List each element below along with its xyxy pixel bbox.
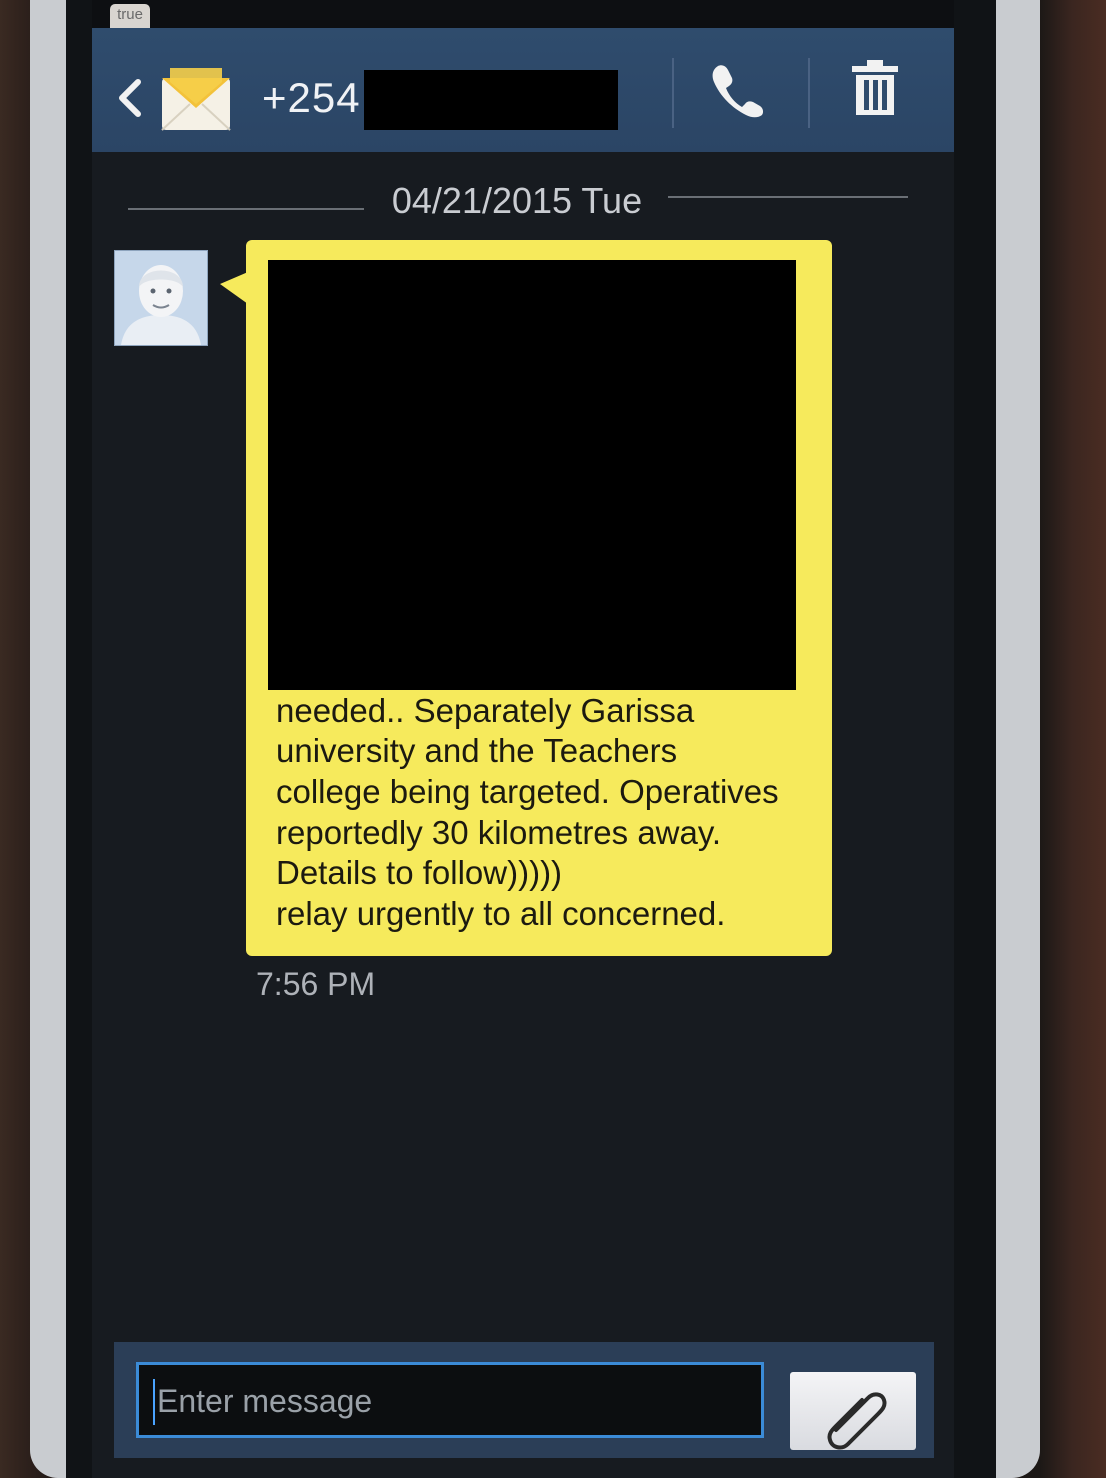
message-text-line: college being targeted. Operatives bbox=[276, 773, 779, 810]
header-divider bbox=[808, 58, 810, 128]
text-cursor bbox=[153, 1379, 155, 1425]
message-input[interactable]: Enter message bbox=[136, 1362, 764, 1438]
date-divider-left bbox=[128, 208, 364, 210]
delete-trash-icon[interactable] bbox=[850, 58, 900, 118]
message-text-line: relay urgently to all concerned. bbox=[276, 895, 726, 932]
messaging-screen: true +254 04/21/2015 Tue needed.. Separa… bbox=[92, 0, 954, 1478]
redaction-box bbox=[364, 70, 618, 130]
message-text-line: Details to follow))))) bbox=[276, 854, 563, 891]
date-divider-label: 04/21/2015 Tue bbox=[391, 180, 643, 221]
incoming-message-bubble[interactable]: needed.. Separately Garissa university a… bbox=[246, 240, 832, 956]
contact-avatar-icon[interactable] bbox=[114, 250, 208, 346]
back-arrow-icon[interactable] bbox=[116, 78, 144, 118]
message-envelope-icon bbox=[161, 68, 231, 131]
message-text-line: reportedly 30 kilometres away. bbox=[276, 814, 722, 851]
attach-button[interactable] bbox=[790, 1372, 916, 1450]
message-text-line: university and the Teachers bbox=[276, 732, 678, 769]
call-icon[interactable] bbox=[708, 60, 764, 118]
conversation-header: +254 bbox=[92, 28, 954, 152]
redaction-box bbox=[268, 260, 796, 690]
contact-number: +254 bbox=[262, 74, 361, 121]
message-input-placeholder: Enter message bbox=[157, 1383, 373, 1419]
message-text-line: needed.. Separately Garissa bbox=[276, 692, 695, 729]
composer-bar: Enter message bbox=[114, 1342, 934, 1458]
header-divider bbox=[672, 58, 674, 128]
date-divider-right bbox=[668, 196, 908, 198]
bubble-tail bbox=[220, 272, 248, 304]
paperclip-icon bbox=[827, 1392, 887, 1450]
status-bar: true bbox=[92, 0, 954, 34]
message-timestamp: 7:56 PM bbox=[256, 966, 376, 1002]
